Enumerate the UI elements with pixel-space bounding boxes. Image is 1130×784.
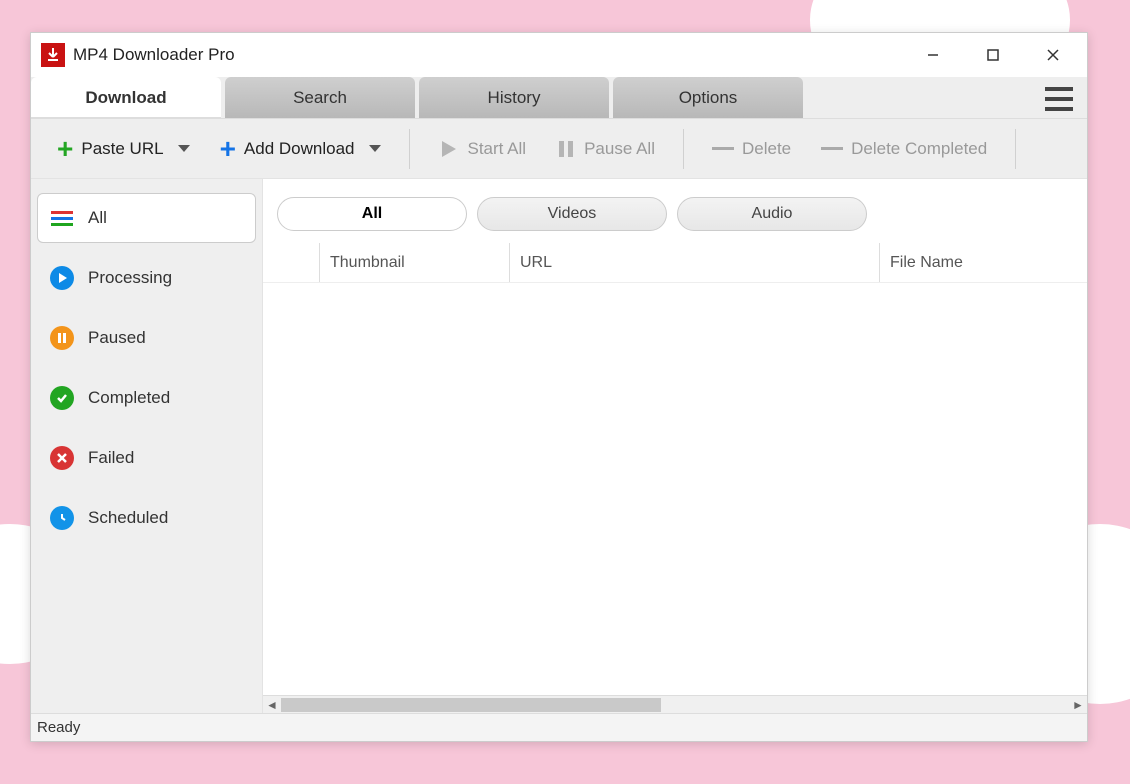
play-circle-icon <box>50 266 74 290</box>
pause-all-button[interactable]: Pause All <box>546 132 665 166</box>
column-label: URL <box>520 254 552 272</box>
sidebar-item-paused[interactable]: Paused <box>37 313 256 363</box>
window-controls <box>903 33 1083 77</box>
chevron-down-icon <box>178 145 190 152</box>
menu-icon <box>1045 87 1073 91</box>
plus-icon: + <box>220 135 236 163</box>
table-header: Thumbnail URL File Name <box>263 243 1087 283</box>
separator <box>409 129 410 169</box>
sidebar-item-label: Scheduled <box>88 508 168 528</box>
sidebar: All Processing Paused Completed <box>31 179 263 713</box>
scroll-left-icon[interactable]: ◄ <box>263 698 281 712</box>
titlebar[interactable]: MP4 Downloader Pro <box>31 33 1087 77</box>
table-body <box>263 283 1087 695</box>
pause-icon <box>556 138 576 160</box>
sidebar-item-label: Completed <box>88 388 170 408</box>
list-icon <box>50 206 74 230</box>
minus-icon <box>712 147 734 150</box>
filter-audio[interactable]: Audio <box>677 197 867 231</box>
filter-label: All <box>362 205 382 223</box>
add-download-button[interactable]: + Add Download <box>210 129 391 169</box>
delete-button[interactable]: Delete <box>702 133 801 165</box>
minus-icon <box>821 147 843 150</box>
tab-options[interactable]: Options <box>613 77 803 118</box>
paste-url-button[interactable]: + Paste URL <box>47 129 200 169</box>
x-circle-icon <box>50 446 74 470</box>
chevron-down-icon <box>369 145 381 152</box>
sidebar-item-label: Processing <box>88 268 172 288</box>
menu-button[interactable] <box>1041 81 1077 117</box>
tab-label: Search <box>293 88 347 108</box>
tab-label: Download <box>85 88 166 108</box>
button-label: Start All <box>468 139 527 159</box>
filter-label: Audio <box>752 205 793 223</box>
scroll-thumb[interactable] <box>281 698 661 712</box>
close-button[interactable] <box>1023 33 1083 77</box>
scroll-right-icon[interactable]: ► <box>1069 698 1087 712</box>
play-icon <box>438 138 460 160</box>
filter-label: Videos <box>548 205 597 223</box>
column-thumbnail[interactable]: Thumbnail <box>319 243 509 282</box>
sidebar-item-scheduled[interactable]: Scheduled <box>37 493 256 543</box>
scroll-track[interactable] <box>281 698 1069 712</box>
column-label: Thumbnail <box>330 254 405 272</box>
filter-row: All Videos Audio <box>263 179 1087 243</box>
app-window: MP4 Downloader Pro Download Search Histo… <box>30 32 1088 742</box>
sidebar-item-completed[interactable]: Completed <box>37 373 256 423</box>
start-all-button[interactable]: Start All <box>428 132 537 166</box>
column-label: File Name <box>890 254 963 272</box>
maximize-button[interactable] <box>963 33 1023 77</box>
main-panel: All Videos Audio Thumbnail URL File Name… <box>263 179 1087 713</box>
toolbar: + Paste URL + Add Download Start All Pau… <box>31 119 1087 179</box>
tab-label: History <box>488 88 541 108</box>
sidebar-item-label: Failed <box>88 448 134 468</box>
content-body: All Processing Paused Completed <box>31 179 1087 713</box>
tab-history[interactable]: History <box>419 77 609 118</box>
check-circle-icon <box>50 386 74 410</box>
button-label: Pause All <box>584 139 655 159</box>
filter-videos[interactable]: Videos <box>477 197 667 231</box>
sidebar-item-failed[interactable]: Failed <box>37 433 256 483</box>
button-label: Paste URL <box>81 139 163 159</box>
separator <box>1015 129 1016 169</box>
status-text: Ready <box>37 719 80 736</box>
sidebar-item-all[interactable]: All <box>37 193 256 243</box>
tab-label: Options <box>679 88 738 108</box>
column-filename[interactable]: File Name <box>879 243 1087 282</box>
pause-circle-icon <box>50 326 74 350</box>
column-url[interactable]: URL <box>509 243 879 282</box>
separator <box>683 129 684 169</box>
statusbar: Ready <box>31 713 1087 741</box>
horizontal-scrollbar[interactable]: ◄ ► <box>263 695 1087 713</box>
sidebar-item-label: All <box>88 208 107 228</box>
filter-all[interactable]: All <box>277 197 467 231</box>
button-label: Delete Completed <box>851 139 987 159</box>
app-icon <box>41 43 65 67</box>
clock-icon <box>50 506 74 530</box>
tab-search[interactable]: Search <box>225 77 415 118</box>
main-tabbar: Download Search History Options <box>31 77 1087 119</box>
sidebar-item-label: Paused <box>88 328 146 348</box>
minimize-button[interactable] <box>903 33 963 77</box>
tab-download[interactable]: Download <box>31 77 221 118</box>
button-label: Delete <box>742 139 791 159</box>
button-label: Add Download <box>244 139 355 159</box>
column-checkbox[interactable] <box>263 243 319 282</box>
window-title: MP4 Downloader Pro <box>73 45 235 65</box>
plus-icon: + <box>57 135 73 163</box>
delete-completed-button[interactable]: Delete Completed <box>811 133 997 165</box>
sidebar-item-processing[interactable]: Processing <box>37 253 256 303</box>
